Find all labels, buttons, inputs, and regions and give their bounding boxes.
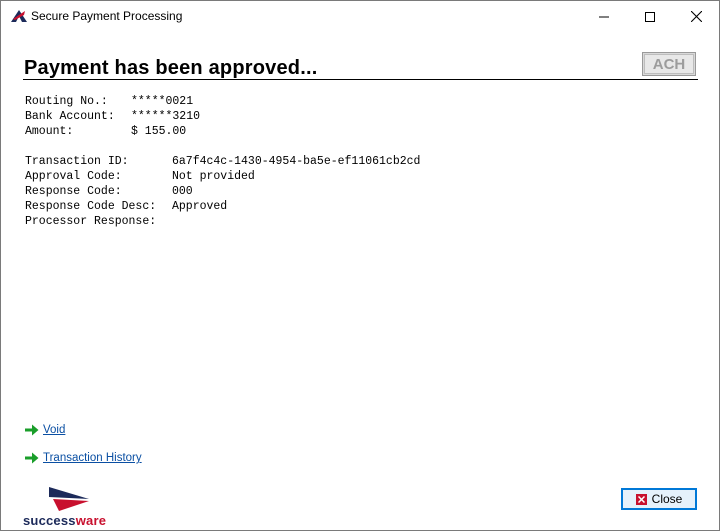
approval-code-value: Not provided — [172, 170, 255, 183]
green-arrow-icon — [25, 452, 39, 464]
heading-divider — [23, 79, 698, 80]
amount-value: $ 155.00 — [131, 125, 187, 138]
maximize-icon — [645, 11, 655, 22]
processor-response-label: Processor Response: — [25, 215, 157, 228]
successware-logo: successware — [23, 487, 123, 529]
title-bar[interactable]: Secure Payment Processing — [1, 1, 719, 32]
account-details: Routing No.: *****0021 Bank Account: ***… — [25, 94, 325, 139]
response-desc-value: Approved — [172, 200, 228, 213]
logo-text-ware: ware — [75, 513, 107, 528]
bank-account-value: ******3210 — [131, 110, 201, 123]
void-link-row[interactable]: Void — [25, 422, 65, 438]
close-button-label: Close — [651, 492, 683, 506]
transaction-details: Transaction ID: 6a7f4c4c-1430-4954-ba5e-… — [25, 154, 525, 229]
ach-badge: ACH — [642, 52, 696, 76]
amount-label: Amount: — [25, 125, 74, 138]
green-arrow-icon — [25, 424, 39, 436]
window-close-button[interactable] — [673, 1, 719, 32]
history-link-row[interactable]: Transaction History — [25, 450, 142, 466]
svg-text:ACH: ACH — [653, 56, 686, 73]
window-title: Secure Payment Processing — [31, 9, 183, 23]
status-heading: Payment has been approved... — [24, 57, 318, 79]
response-code-value: 000 — [172, 185, 193, 198]
transaction-history-link[interactable]: Transaction History — [43, 452, 142, 464]
approval-code-label: Approval Code: — [25, 170, 122, 183]
successware-logo-icon — [49, 487, 89, 511]
minimize-icon — [599, 16, 609, 17]
routing-value: *****0021 — [131, 95, 194, 108]
void-link[interactable]: Void — [43, 424, 65, 436]
close-icon — [690, 11, 702, 22]
transaction-id-value: 6a7f4c4c-1430-4954-ba5e-ef11061cb2cd — [172, 155, 421, 168]
minimize-button[interactable] — [581, 1, 627, 32]
logo-text-success: success — [23, 513, 76, 528]
routing-label: Routing No.: — [25, 95, 108, 108]
close-x-icon — [635, 493, 647, 505]
bank-account-label: Bank Account: — [25, 110, 115, 123]
maximize-button[interactable] — [627, 1, 673, 32]
response-desc-label: Response Code Desc: — [25, 200, 157, 213]
payment-window: Secure Payment Processing Payment has be… — [0, 0, 720, 531]
transaction-id-label: Transaction ID: — [25, 155, 129, 168]
logo-wordmark: successware — [23, 513, 106, 528]
app-icon — [10, 8, 28, 24]
response-code-label: Response Code: — [25, 185, 122, 198]
close-button[interactable]: Close — [621, 488, 697, 510]
